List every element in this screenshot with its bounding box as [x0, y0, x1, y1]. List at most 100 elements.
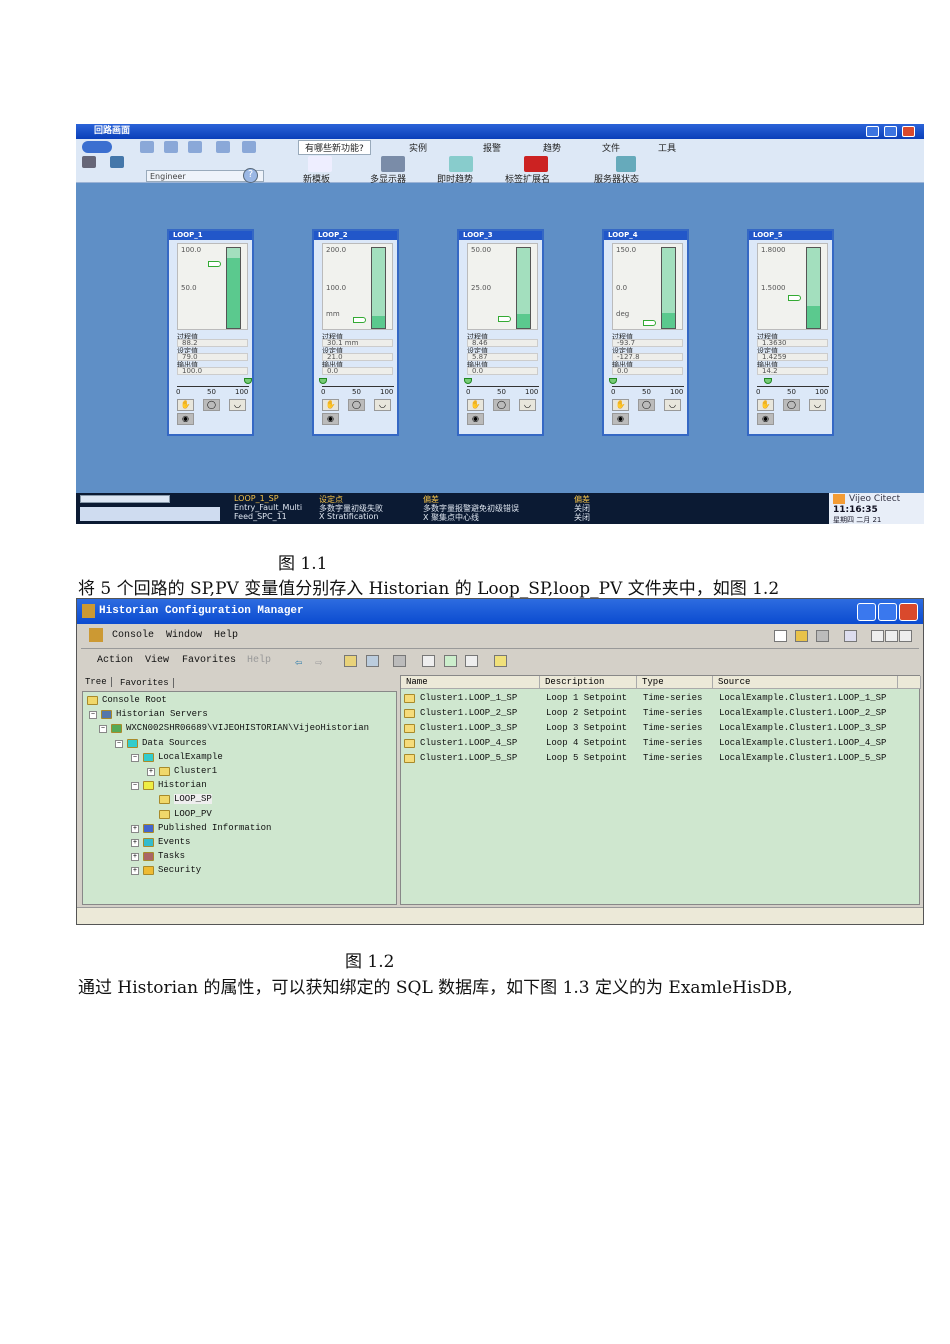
tune-button[interactable]: ◉: [467, 413, 484, 425]
column-header[interactable]: Name: [401, 676, 540, 689]
child-minimize-button[interactable]: [871, 630, 884, 642]
home-icon[interactable]: [216, 141, 230, 153]
column-header[interactable]: Type: [637, 676, 713, 689]
open-icon[interactable]: [795, 630, 808, 642]
alarm-cell[interactable]: X Stratification: [319, 512, 378, 521]
out-value[interactable]: 100.0: [177, 367, 248, 375]
back-icon[interactable]: [164, 141, 178, 153]
tab-whats-new[interactable]: 有哪些新功能?: [298, 140, 371, 155]
cascade-mode-button[interactable]: ◡: [519, 399, 536, 411]
expand-toggle[interactable]: −: [115, 739, 123, 748]
manual-mode-button[interactable]: ✋: [177, 399, 194, 411]
expand-toggle[interactable]: +: [131, 824, 139, 833]
output-slider[interactable]: [177, 381, 249, 387]
menu-window[interactable]: Window: [166, 630, 202, 641]
output-slider[interactable]: [612, 381, 684, 387]
expand-toggle[interactable]: +: [131, 853, 139, 862]
window-layout-icon[interactable]: [844, 630, 857, 642]
forward-arrow-icon[interactable]: ⇨: [315, 655, 322, 670]
expand-toggle[interactable]: +: [147, 768, 155, 776]
manual-mode-button[interactable]: ✋: [322, 399, 339, 411]
window-icon[interactable]: [242, 141, 256, 153]
instant-trend-button[interactable]: 即时趋势: [437, 172, 473, 185]
tune-button[interactable]: ◉: [322, 413, 339, 425]
tree-node[interactable]: Data Sources: [142, 738, 207, 748]
tree-node[interactable]: Console Root: [102, 695, 167, 705]
maximize-button[interactable]: [878, 603, 897, 621]
auto-mode-button[interactable]: ◯: [783, 399, 800, 411]
table-cell[interactable]: Cluster1.LOOP_5_SP: [420, 753, 517, 763]
cascade-mode-button[interactable]: ◡: [374, 399, 391, 411]
tree-node[interactable]: Historian: [158, 780, 207, 790]
back-forward-icon[interactable]: [82, 141, 112, 153]
multi-monitor-button[interactable]: 多显示器: [370, 172, 406, 185]
maximize-button[interactable]: [884, 126, 897, 137]
auto-mode-button[interactable]: ◯: [348, 399, 365, 411]
back-arrow-icon[interactable]: ⇦: [295, 655, 302, 670]
cascade-mode-button[interactable]: ◡: [229, 399, 246, 411]
menu-help[interactable]: Help: [214, 630, 238, 641]
tree-node[interactable]: Events: [158, 837, 190, 847]
tune-button[interactable]: ◉: [612, 413, 629, 425]
manual-mode-button[interactable]: ✋: [612, 399, 629, 411]
up-folder-icon[interactable]: [344, 655, 357, 667]
setpoint-marker[interactable]: [498, 316, 511, 323]
help-icon[interactable]: [494, 655, 507, 667]
new-template-button[interactable]: 新模板: [303, 172, 330, 185]
table-cell[interactable]: Cluster1.LOOP_2_SP: [420, 708, 517, 718]
auto-mode-button[interactable]: ◯: [203, 399, 220, 411]
tree-node[interactable]: LOOP_PV: [174, 809, 212, 819]
tune-button[interactable]: ◉: [177, 413, 194, 425]
export-icon[interactable]: [465, 655, 478, 667]
alarm-scroll[interactable]: [80, 495, 170, 503]
tab-tree[interactable]: Tree: [85, 677, 112, 687]
new-icon[interactable]: [774, 630, 787, 642]
column-header[interactable]: Description: [540, 676, 637, 689]
table-cell[interactable]: Cluster1.LOOP_3_SP: [420, 723, 517, 733]
expand-toggle[interactable]: −: [131, 782, 139, 791]
alarm-cell[interactable]: LOOP_1_SP: [234, 494, 279, 503]
tab-trends[interactable]: 趋势: [543, 141, 561, 154]
tree-node[interactable]: LOOP_SP: [174, 794, 212, 805]
setpoint-marker[interactable]: [643, 320, 656, 327]
refresh-icon[interactable]: [444, 655, 457, 667]
tree-node[interactable]: LocalExample: [158, 752, 223, 762]
forward-icon[interactable]: [188, 141, 202, 153]
menu-view[interactable]: View: [145, 655, 169, 666]
manual-mode-button[interactable]: ✋: [467, 399, 484, 411]
output-slider[interactable]: [467, 381, 539, 387]
out-value[interactable]: 0.0: [467, 367, 538, 375]
minimize-button[interactable]: [857, 603, 876, 621]
tree-node[interactable]: Cluster1: [174, 766, 217, 776]
out-value[interactable]: 14.2: [757, 367, 828, 375]
auto-mode-button[interactable]: ◯: [638, 399, 655, 411]
setpoint-marker[interactable]: [353, 317, 366, 324]
menu-console[interactable]: Console: [112, 630, 154, 641]
table-cell[interactable]: Cluster1.LOOP_1_SP: [420, 693, 517, 703]
tree-node[interactable]: Tasks: [158, 851, 185, 861]
tune-button[interactable]: ◉: [757, 413, 774, 425]
cascade-mode-button[interactable]: ◡: [664, 399, 681, 411]
tab-favorites[interactable]: Favorites: [120, 678, 174, 688]
tree-node[interactable]: Published Information: [158, 823, 271, 833]
server-status-button[interactable]: 服务器状态: [594, 172, 639, 185]
help-icon[interactable]: ?: [243, 168, 258, 183]
expand-toggle[interactable]: +: [131, 867, 139, 876]
user-icon[interactable]: [110, 156, 124, 168]
auto-mode-button[interactable]: ◯: [493, 399, 510, 411]
expand-toggle[interactable]: −: [99, 725, 107, 734]
menu-action[interactable]: Action: [97, 655, 133, 666]
manual-mode-button[interactable]: ✋: [757, 399, 774, 411]
tree-node[interactable]: Security: [158, 865, 201, 875]
delete-icon[interactable]: [393, 655, 406, 667]
alarm-cell[interactable]: Feed_SPC_11: [234, 512, 287, 521]
tree-node[interactable]: Historian Servers: [116, 709, 208, 719]
properties-icon[interactable]: [422, 655, 435, 667]
alarm-cell[interactable]: Entry_Fault_Multi: [234, 503, 302, 512]
cascade-mode-button[interactable]: ◡: [809, 399, 826, 411]
setpoint-marker[interactable]: [208, 261, 221, 268]
out-value[interactable]: 0.0: [322, 367, 393, 375]
menu-favorites[interactable]: Favorites: [182, 655, 236, 666]
out-value[interactable]: 0.0: [612, 367, 683, 375]
expand-toggle[interactable]: −: [131, 753, 139, 762]
